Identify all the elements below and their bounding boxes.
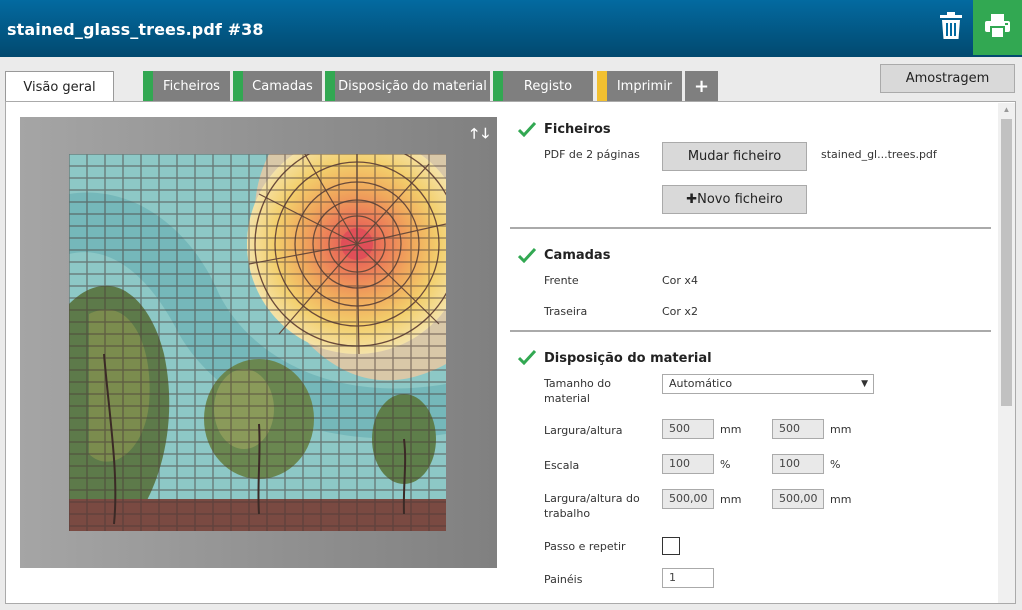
scrollbar-thumb[interactable] bbox=[1001, 119, 1012, 406]
new-file-button[interactable]: ✚ Novo ficheiro bbox=[662, 185, 807, 214]
panels-field[interactable]: 1 bbox=[662, 568, 714, 588]
properties-panel: Ficheiros PDF de 2 páginas Mudar ficheir… bbox=[510, 102, 996, 603]
unit-label: mm bbox=[720, 493, 742, 506]
overview-panel: 🡑 🡓 Ficheiros PDF de 2 páginas Mudar fic… bbox=[5, 101, 1016, 604]
unit-label: mm bbox=[830, 423, 852, 436]
scrollbar[interactable]: ▲ bbox=[998, 103, 1015, 603]
unit-label: % bbox=[720, 458, 731, 471]
tab-layers[interactable]: Camadas bbox=[233, 71, 322, 101]
tab-label: Visão geral bbox=[23, 80, 96, 95]
delete-button[interactable] bbox=[938, 12, 964, 40]
trash-icon bbox=[940, 12, 962, 39]
plus-icon: ✚ bbox=[686, 192, 698, 207]
scale-y-field[interactable]: 100 bbox=[772, 454, 824, 474]
tab-label: Camadas bbox=[252, 78, 313, 94]
back-value: Cor x2 bbox=[662, 305, 698, 318]
status-stripe bbox=[233, 71, 243, 101]
width-field[interactable]: 500 bbox=[662, 419, 714, 439]
media-size-label: Tamanho do material bbox=[544, 377, 611, 405]
section-title-layers: Camadas bbox=[544, 248, 611, 263]
back-label: Traseira bbox=[544, 305, 588, 318]
tab-overview[interactable]: Visão geral bbox=[5, 71, 114, 103]
scale-label: Escala bbox=[544, 459, 580, 472]
file-description: PDF de 2 páginas bbox=[544, 148, 640, 161]
document-title: stained_glass_trees.pdf #38 bbox=[7, 20, 264, 39]
change-file-button[interactable]: Mudar ficheiro bbox=[662, 142, 807, 171]
height-field[interactable]: 500 bbox=[772, 419, 824, 439]
scroll-up-arrow[interactable]: ▲ bbox=[998, 105, 1015, 117]
status-stripe bbox=[597, 71, 607, 101]
tab-label: Imprimir bbox=[616, 78, 673, 94]
check-icon bbox=[518, 349, 536, 365]
panels-label: Painéis bbox=[544, 573, 583, 586]
chevron-down-icon: ▼ bbox=[861, 379, 868, 389]
title-bar: stained_glass_trees.pdf #38 bbox=[0, 0, 1022, 57]
status-stripe bbox=[325, 71, 335, 101]
status-stripe bbox=[143, 71, 153, 101]
plus-icon: + bbox=[693, 75, 710, 97]
tab-print[interactable]: Imprimir bbox=[597, 71, 682, 101]
divider bbox=[510, 227, 991, 229]
tab-registration[interactable]: Registo bbox=[493, 71, 593, 101]
print-button[interactable] bbox=[973, 0, 1022, 55]
new-file-label: Novo ficheiro bbox=[697, 192, 783, 207]
job-height-field[interactable]: 500,00 bbox=[772, 489, 824, 509]
front-value: Cor x4 bbox=[662, 274, 698, 287]
tab-label: Disposição do material bbox=[338, 78, 487, 94]
document-preview: 🡑 🡓 bbox=[20, 117, 497, 568]
file-name: stained_gl...trees.pdf bbox=[821, 148, 937, 161]
preview-image bbox=[69, 154, 446, 531]
unit-label: % bbox=[830, 458, 841, 471]
media-size-value: Automático bbox=[669, 377, 733, 390]
arrow-up-down-icon[interactable]: 🡑 🡓 bbox=[471, 123, 489, 147]
section-title-media: Disposição do material bbox=[544, 351, 712, 366]
step-repeat-label: Passo e repetir bbox=[544, 540, 626, 553]
printer-icon bbox=[985, 14, 1010, 38]
media-size-select[interactable]: Automático ▼ bbox=[662, 374, 874, 394]
step-repeat-checkbox[interactable] bbox=[662, 537, 680, 555]
tab-files[interactable]: Ficheiros bbox=[143, 71, 230, 101]
add-tab-button[interactable]: + bbox=[685, 71, 718, 101]
sampling-button[interactable]: Amostragem bbox=[880, 64, 1015, 93]
width-height-label: Largura/altura bbox=[544, 424, 623, 437]
tab-label: Registo bbox=[523, 78, 573, 94]
status-stripe bbox=[493, 71, 503, 101]
check-icon bbox=[518, 121, 536, 137]
job-size-label: Largura/altura do trabalho bbox=[544, 492, 640, 520]
front-label: Frente bbox=[544, 274, 579, 287]
check-icon bbox=[518, 247, 536, 263]
job-width-field[interactable]: 500,00 bbox=[662, 489, 714, 509]
section-title-files: Ficheiros bbox=[544, 122, 611, 137]
tab-label: Ficheiros bbox=[163, 78, 220, 94]
unit-label: mm bbox=[830, 493, 852, 506]
divider bbox=[510, 330, 991, 332]
page-nav-arrows[interactable]: 🡑 🡓 bbox=[471, 123, 489, 147]
tab-media-layout[interactable]: Disposição do material bbox=[325, 71, 490, 101]
unit-label: mm bbox=[720, 423, 742, 436]
scale-x-field[interactable]: 100 bbox=[662, 454, 714, 474]
